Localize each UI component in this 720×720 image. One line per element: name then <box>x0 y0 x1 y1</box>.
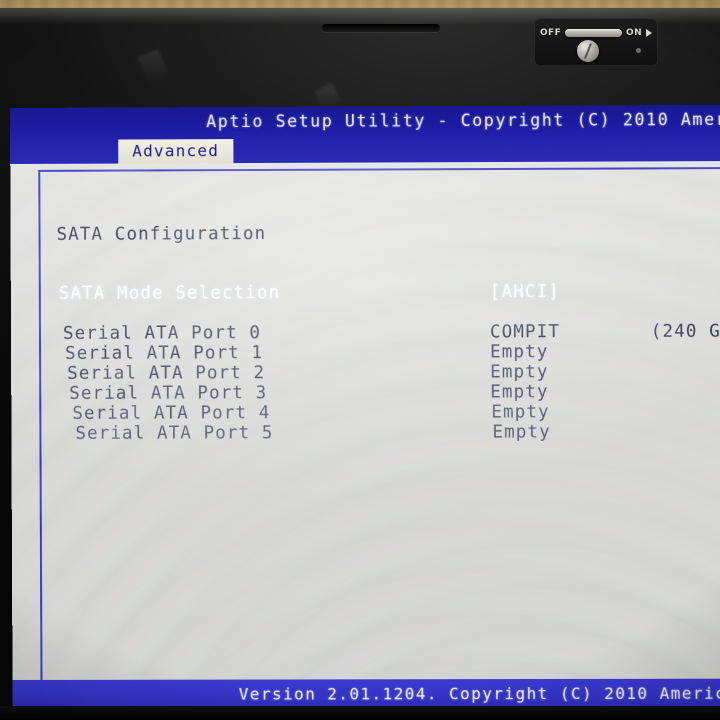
option-label: Serial ATA Port 5 <box>75 423 274 444</box>
bezel-vent-slot <box>322 24 440 32</box>
option-label: Serial ATA Port 0 <box>62 323 262 344</box>
bios-screen: Aptio Setup Utility - Copyright (C) 2010… <box>10 104 720 713</box>
version-text: Version 2.01.1204. Copyright (C) 2010 Am… <box>238 683 720 704</box>
arrow-right-icon <box>646 29 652 37</box>
option-label: SATA Mode Selection <box>58 283 281 304</box>
monitor-photograph: OFF ON Aptio Setup Utility - Copyright (… <box>0 0 720 720</box>
option-row-sata-mode-selection[interactable]: SATA Mode Selection [AHCI] <box>59 281 720 304</box>
option-row-serial-ata-port-0[interactable]: Serial ATA Port 0 COMPIT (240 GB) <box>63 321 720 343</box>
option-label: Serial ATA Port 3 <box>69 383 268 404</box>
bios-tab-bar <box>10 137 720 164</box>
bottom-bezel <box>0 706 720 720</box>
section-title: SATA Configuration <box>56 224 267 245</box>
tab-advanced[interactable]: Advanced <box>118 139 234 164</box>
brightness-dial[interactable] <box>577 40 599 62</box>
bios-title-bar: Aptio Setup Utility - Copyright (C) 2010… <box>10 104 720 141</box>
option-value: Empty <box>490 382 549 403</box>
power-switch-plate[interactable]: OFF ON <box>534 18 658 66</box>
option-value: Empty <box>490 362 549 383</box>
option-label: Serial ATA Port 1 <box>65 343 264 364</box>
power-switch-track[interactable] <box>565 29 623 37</box>
option-value: Empty <box>491 402 550 423</box>
option-label: Serial ATA Port 2 <box>67 363 266 384</box>
power-led-indicator <box>636 48 641 53</box>
page-title: Aptio Setup Utility - Copyright (C) 2010… <box>206 109 720 132</box>
power-switch-row[interactable]: OFF ON <box>540 26 652 40</box>
sata-configuration-list: SATA Configuration SATA Mode Selection [… <box>46 167 720 712</box>
option-capacity: (240 GB) <box>650 321 720 342</box>
power-on-label: ON <box>626 28 642 38</box>
option-value[interactable]: [AHCI] <box>490 282 560 302</box>
option-value: Empty <box>492 422 551 443</box>
option-value: Empty <box>490 342 549 363</box>
option-label: Serial ATA Port 4 <box>72 403 271 424</box>
option-value: COMPIT <box>489 322 561 343</box>
power-off-label: OFF <box>540 28 562 38</box>
